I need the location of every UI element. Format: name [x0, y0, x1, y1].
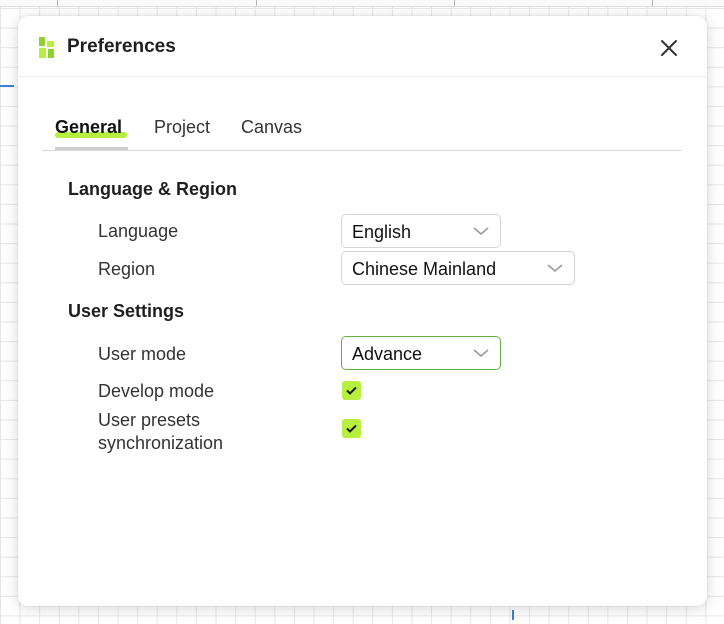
active-tab-underline [55, 147, 128, 150]
app-logo-icon [39, 37, 54, 58]
region-select-value: Chinese Mainland [352, 259, 497, 279]
top-ruler [0, 0, 724, 7]
region-select[interactable]: Chinese Mainland [341, 251, 575, 285]
language-select-value: English [352, 222, 412, 242]
user-mode-label: User mode [98, 344, 187, 364]
canvas-cursor-mark [512, 610, 514, 620]
language-select[interactable]: English [341, 214, 501, 248]
user-presets-sync-label-line1: User presets [98, 410, 201, 430]
user-presets-sync-checkbox[interactable] [342, 419, 361, 438]
chevron-down-icon [547, 264, 563, 273]
ruler-tick [256, 0, 257, 6]
tab-general[interactable]: General [55, 116, 122, 138]
user-presets-sync-label-line2: synchronization [98, 433, 224, 453]
section-title-user-settings: User Settings [68, 301, 185, 321]
checkmark-icon [346, 386, 357, 395]
ruler-tick [57, 0, 58, 6]
region-label: Region [98, 259, 156, 279]
tab-project[interactable]: Project [154, 116, 210, 138]
user-mode-select[interactable]: Advance [341, 336, 501, 370]
tab-bar: General Project Canvas [42, 112, 682, 151]
user-presets-sync-label: User presets synchronization [98, 409, 223, 455]
checkmark-icon [346, 424, 357, 433]
canvas-guide-mark [0, 85, 14, 87]
ruler-tick [454, 0, 455, 6]
chevron-down-icon [473, 349, 489, 358]
dialog-header: Preferences [18, 16, 707, 77]
tab-canvas[interactable]: Canvas [241, 116, 302, 138]
chevron-down-icon [473, 227, 489, 236]
dialog-title: Preferences [67, 36, 176, 57]
close-button[interactable] [657, 36, 681, 60]
section-title-language-region: Language & Region [68, 179, 238, 199]
ruler-tick [652, 0, 653, 6]
language-label: Language [98, 221, 179, 241]
develop-mode-label: Develop mode [98, 381, 215, 401]
close-icon [661, 40, 677, 56]
preferences-dialog: Preferences General Project Canvas Langu… [18, 16, 707, 606]
user-mode-select-value: Advance [352, 344, 423, 364]
develop-mode-checkbox[interactable] [342, 381, 361, 400]
